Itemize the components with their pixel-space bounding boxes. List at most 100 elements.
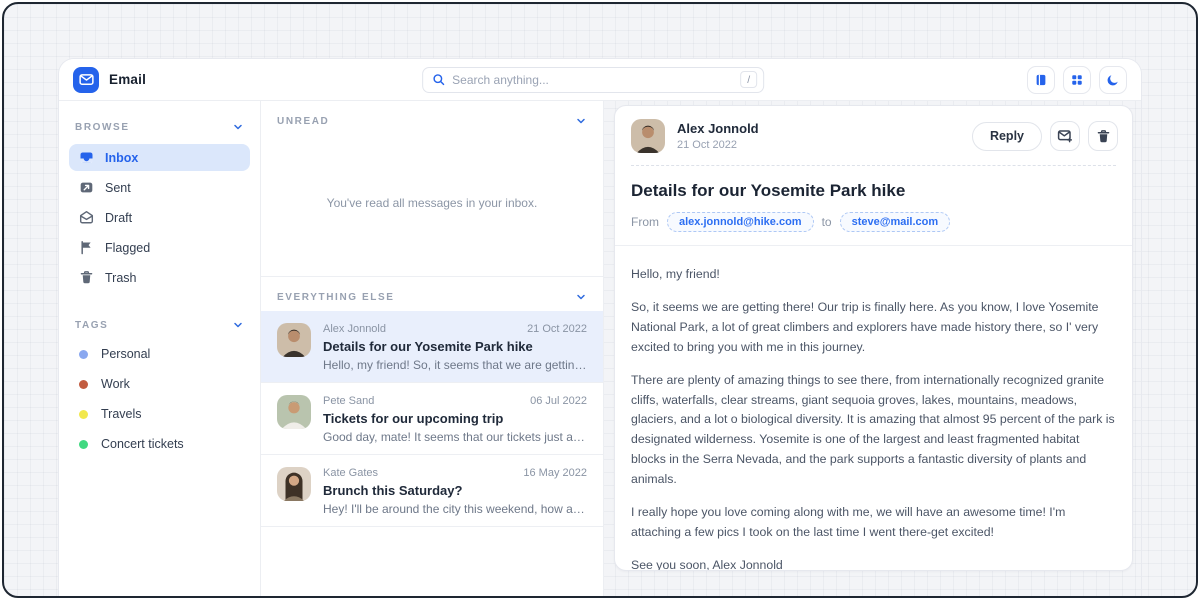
detail-sender-block: Alex Jonnold 21 Oct 2022 — [677, 121, 960, 151]
flag-icon — [79, 240, 94, 255]
list-item-preview: Hey! I'll be around the city this weeken… — [323, 502, 587, 516]
from-email-pill[interactable]: alex.jonnold@hike.com — [667, 212, 814, 232]
list-item-subject: Details for our Yosemite Park hike — [323, 339, 587, 354]
from-label: From — [631, 215, 659, 229]
email-list-item[interactable]: Alex Jonnold 21 Oct 2022 Details for our… — [261, 311, 603, 383]
search-icon — [432, 73, 445, 86]
email-app-window: Email / — [58, 58, 1142, 596]
list-item-sender: Alex Jonnold — [323, 323, 386, 335]
list-item-subject: Brunch this Saturday? — [323, 483, 587, 498]
tag-color-dot — [79, 410, 88, 419]
tag-item-travels[interactable]: Travels — [59, 399, 260, 429]
delete-button[interactable] — [1088, 121, 1118, 151]
detail-header: Alex Jonnold 21 Oct 2022 Reply — [615, 106, 1132, 165]
email-list-item[interactable]: Pete Sand 06 Jul 2022 Tickets for our up… — [261, 383, 603, 455]
tag-label: Concert tickets — [101, 437, 184, 451]
email-detail-card: Alex Jonnold 21 Oct 2022 Reply — [614, 105, 1133, 571]
sidebar-item-trash[interactable]: Trash — [69, 264, 250, 291]
detail-sender-name: Alex Jonnold — [677, 121, 960, 136]
sidebar-item-inbox[interactable]: Inbox — [69, 144, 250, 171]
avatar — [277, 323, 311, 357]
unread-empty-message: You've read all messages in your inbox. — [261, 135, 603, 276]
detail-from-row: From alex.jonnold@hike.com to steve@mail… — [631, 212, 1116, 232]
tag-item-work[interactable]: Work — [59, 369, 260, 399]
email-list-item-content: Kate Gates 16 May 2022 Brunch this Satur… — [323, 467, 587, 516]
list-item-date: 06 Jul 2022 — [530, 395, 587, 407]
list-item-sender: Kate Gates — [323, 467, 378, 479]
unread-title: Unread — [277, 116, 329, 127]
everything-else-section-header[interactable]: Everything else — [261, 277, 603, 311]
trash-icon — [79, 270, 94, 285]
unread-section-header[interactable]: Unread — [261, 101, 603, 135]
sidebar-item-sent[interactable]: Sent — [69, 174, 250, 201]
draft-icon — [79, 210, 94, 225]
unread-section: Unread You've read all messages in your … — [261, 101, 603, 277]
browse-section-header[interactable]: Browse — [59, 107, 260, 141]
email-paragraph: There are plenty of amazing things to se… — [631, 371, 1116, 490]
grid-icon — [1070, 73, 1084, 87]
to-label: to — [822, 215, 832, 229]
chevron-down-icon[interactable] — [232, 121, 244, 133]
sent-icon — [79, 180, 94, 195]
sidebar-item-label: Draft — [105, 211, 132, 225]
sidebar-item-label: Sent — [105, 181, 131, 195]
email-paragraph: So, it seems we are getting there! Our t… — [631, 298, 1116, 358]
tag-item-concert-tickets[interactable]: Concert tickets — [59, 429, 260, 459]
message-list-panel: Unread You've read all messages in your … — [261, 101, 604, 596]
list-item-date: 21 Oct 2022 — [527, 323, 587, 335]
search-input[interactable] — [452, 73, 733, 87]
tags-title: Tags — [75, 320, 108, 331]
mark-unread-button[interactable] — [1050, 121, 1080, 151]
tag-item-personal[interactable]: Personal — [59, 339, 260, 369]
email-list-item-content: Pete Sand 06 Jul 2022 Tickets for our up… — [323, 395, 587, 444]
list-item-preview: Hello, my friend! So, it seems that we a… — [323, 358, 587, 372]
sidebar-item-draft[interactable]: Draft — [69, 204, 250, 231]
detail-subject-block: Details for our Yosemite Park hike From … — [615, 166, 1132, 245]
trash-icon — [1096, 129, 1111, 144]
chevron-down-icon[interactable] — [575, 291, 587, 303]
book-icon — [1034, 73, 1048, 87]
browse-title: Browse — [75, 122, 130, 133]
sidebar-item-label: Flagged — [105, 241, 150, 255]
book-button[interactable] — [1027, 66, 1055, 94]
email-paragraph: See you soon, Alex Jonnold — [631, 556, 1116, 571]
tag-label: Travels — [101, 407, 142, 421]
email-paragraph: I really hope you love coming along with… — [631, 503, 1116, 543]
email-list-item-content: Alex Jonnold 21 Oct 2022 Details for our… — [323, 323, 587, 372]
topbar-actions — [1027, 66, 1127, 94]
reply-button[interactable]: Reply — [972, 122, 1042, 151]
inbox-icon — [79, 150, 94, 165]
email-list-item[interactable]: Kate Gates 16 May 2022 Brunch this Satur… — [261, 455, 603, 527]
page-background: Email / — [2, 2, 1198, 598]
list-item-sender: Pete Sand — [323, 395, 374, 407]
list-item-subject: Tickets for our upcoming trip — [323, 411, 587, 426]
tag-label: Personal — [101, 347, 150, 361]
apps-grid-button[interactable] — [1063, 66, 1091, 94]
detail-panel-area: Alex Jonnold 21 Oct 2022 Reply — [604, 101, 1141, 596]
app-body: Browse Inbox Sent Draft Flagged — [59, 101, 1141, 596]
to-email-pill[interactable]: steve@mail.com — [840, 212, 951, 232]
chevron-down-icon[interactable] — [232, 319, 244, 331]
list-item-date: 16 May 2022 — [523, 467, 587, 479]
sidebar: Browse Inbox Sent Draft Flagged — [59, 101, 261, 596]
avatar — [631, 119, 665, 153]
app-title: Email — [109, 72, 146, 87]
tag-color-dot — [79, 350, 88, 359]
app-brand: Email — [73, 67, 146, 93]
chevron-down-icon[interactable] — [575, 115, 587, 127]
search-bar[interactable]: / — [422, 67, 764, 93]
tag-color-dot — [79, 380, 88, 389]
tags-section-header[interactable]: Tags — [59, 305, 260, 339]
sidebar-item-label: Inbox — [105, 151, 138, 165]
avatar — [277, 467, 311, 501]
app-header: Email / — [59, 59, 1141, 101]
moon-icon — [1106, 73, 1120, 87]
sidebar-item-label: Trash — [105, 271, 137, 285]
sidebar-item-flagged[interactable]: Flagged — [69, 234, 250, 261]
dark-mode-button[interactable] — [1099, 66, 1127, 94]
search-shortcut-badge: / — [740, 71, 757, 88]
tag-color-dot — [79, 440, 88, 449]
everything-else-title: Everything else — [277, 292, 395, 303]
detail-date: 21 Oct 2022 — [677, 139, 960, 151]
list-item-preview: Good day, mate! It seems that our ticket… — [323, 430, 587, 444]
